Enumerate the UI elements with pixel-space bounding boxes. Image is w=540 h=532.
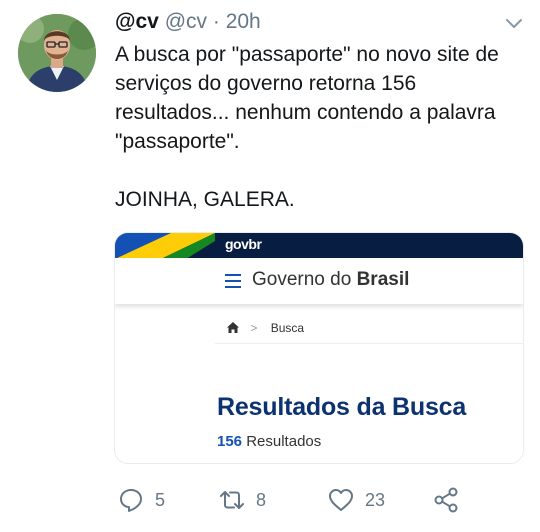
image-card[interactable]: govbr Governo do Brasil > Busca Resultad… bbox=[114, 232, 524, 464]
results-title: Resultados da Busca bbox=[217, 393, 467, 421]
tweet-text: A busca por "passaporte" no novo site de… bbox=[115, 43, 499, 211]
govbr-logo[interactable]: govbr bbox=[225, 236, 262, 252]
retweet-count: 8 bbox=[256, 489, 267, 510]
retweet-icon bbox=[220, 491, 244, 509]
menu-icon[interactable] bbox=[225, 274, 241, 288]
reply-button[interactable]: 5 bbox=[117, 486, 165, 514]
reply-count: 5 bbox=[155, 489, 166, 510]
site-title[interactable]: Governo do Brasil bbox=[252, 269, 409, 291]
home-icon[interactable] bbox=[227, 321, 242, 335]
like-button[interactable]: 23 bbox=[327, 486, 385, 514]
retweet-button[interactable]: 8 bbox=[218, 486, 266, 514]
avatar[interactable] bbox=[18, 14, 96, 92]
share-icon bbox=[434, 487, 458, 513]
chevron-down-icon[interactable] bbox=[503, 14, 525, 32]
reply-icon bbox=[120, 489, 142, 512]
breadcrumb-divider bbox=[215, 343, 523, 344]
like-count: 23 bbox=[365, 489, 386, 510]
results-label: Resultados bbox=[246, 433, 322, 450]
separator-dot: · bbox=[212, 10, 220, 33]
tweet-header: @cv @cv · 20h bbox=[115, 10, 261, 34]
breadcrumb: > Busca bbox=[227, 321, 304, 335]
user-handle[interactable]: @cv bbox=[165, 10, 207, 33]
site-title-prefix: Governo do bbox=[252, 269, 357, 290]
tweet-actions: 5 8 23 bbox=[0, 486, 540, 520]
breadcrumb-current: Busca bbox=[270, 321, 305, 335]
heart-icon bbox=[329, 489, 353, 511]
gov-navbar: Governo do Brasil bbox=[115, 258, 523, 304]
site-title-bold: Brasil bbox=[356, 269, 410, 290]
display-name[interactable]: @cv bbox=[115, 10, 159, 33]
timestamp[interactable]: 20h bbox=[226, 10, 261, 33]
results-count: 156 Resultados bbox=[217, 433, 321, 450]
results-number: 156 bbox=[217, 433, 243, 450]
breadcrumb-separator: > bbox=[250, 321, 258, 335]
share-button[interactable] bbox=[432, 486, 460, 514]
